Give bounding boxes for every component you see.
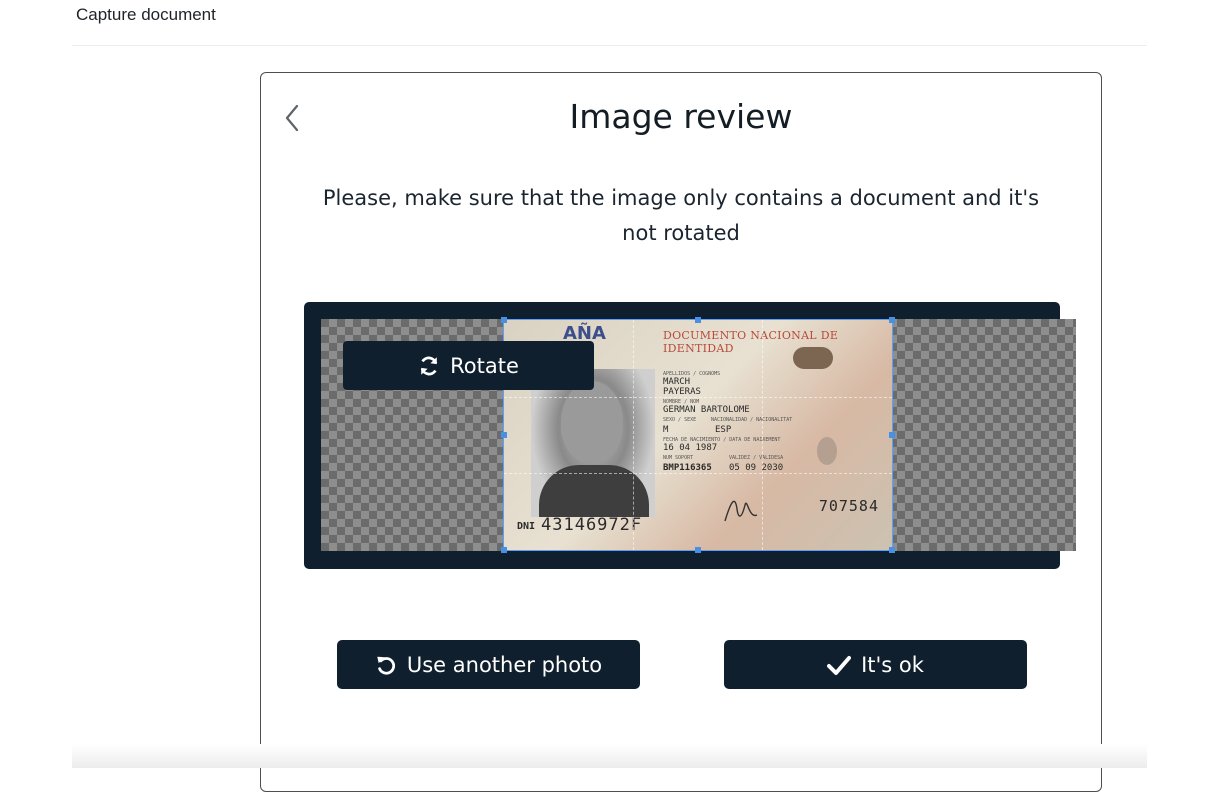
crop-handle-bottom-left[interactable] (501, 547, 507, 553)
instructions-text: Please, make sure that the image only co… (322, 186, 1040, 245)
crop-handle-top-right[interactable] (889, 317, 895, 323)
bottom-bar (72, 744, 1147, 768)
crop-handle-right[interactable] (889, 432, 895, 438)
image-review-card: Image review Please, make sure that the … (260, 72, 1102, 792)
undo-icon (375, 654, 397, 676)
its-ok-button[interactable]: It's ok (724, 640, 1027, 689)
crop-grid-line (762, 320, 764, 550)
its-ok-label: It's ok (861, 652, 924, 677)
crop-grid-line (504, 473, 892, 475)
sync-icon (418, 355, 440, 377)
crop-handle-bottom[interactable] (695, 547, 701, 553)
crop-handle-top[interactable] (695, 317, 701, 323)
crop-canvas[interactable]: AÑA DOCUMENTO NACIONAL DE IDENTIDAD APEL… (321, 317, 1076, 553)
crop-handle-bottom-right[interactable] (889, 547, 895, 553)
check-icon (827, 654, 852, 676)
rotate-label: Rotate (450, 353, 519, 378)
crop-handle-left[interactable] (501, 432, 507, 438)
image-viewer: AÑA DOCUMENTO NACIONAL DE IDENTIDAD APEL… (304, 302, 1076, 569)
crop-grid-line (504, 396, 892, 398)
rotate-button[interactable]: Rotate (343, 341, 594, 390)
use-another-photo-button[interactable]: Use another photo (337, 640, 640, 689)
use-another-photo-label: Use another photo (406, 652, 603, 677)
page-header: Capture document (72, 0, 1147, 46)
page-title: Image review (569, 97, 793, 136)
crop-handle-top-left[interactable] (501, 317, 507, 323)
page-header-title: Capture document (76, 5, 216, 24)
crop-grid-line (633, 320, 635, 550)
